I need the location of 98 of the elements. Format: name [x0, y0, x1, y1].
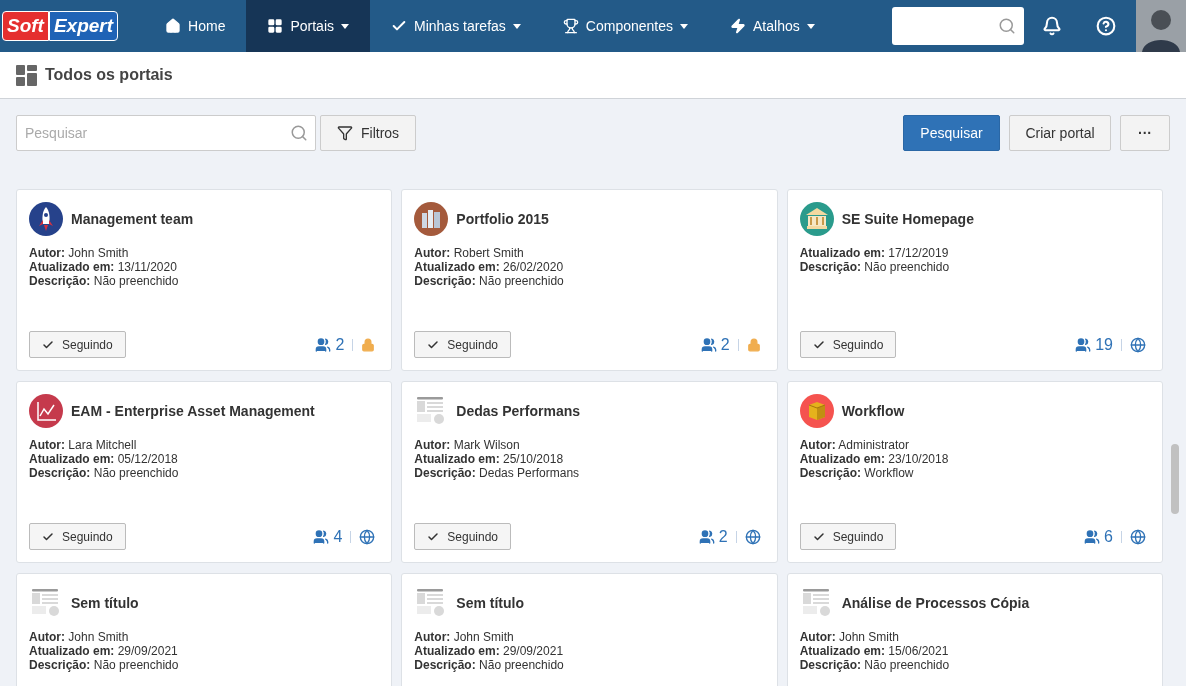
- users-icon: [1075, 336, 1092, 353]
- member-count: 6: [1104, 526, 1113, 547]
- filter-button[interactable]: Filtros: [320, 115, 417, 151]
- nav-tab[interactable]: Atalhos: [709, 0, 836, 52]
- portal-detail: Descrição: Dedas Performans: [414, 466, 581, 480]
- member-count: 2: [720, 334, 730, 355]
- member-count: 4: [333, 526, 343, 547]
- portal-detail: Autor: John Smith: [29, 246, 130, 260]
- check-icon: [42, 530, 54, 543]
- create-portal-button[interactable]: Criar portal: [1009, 115, 1111, 151]
- following-button[interactable]: Seguindo: [29, 523, 126, 550]
- chart-icon: [29, 394, 63, 428]
- portal-detail: Atualizado em: 26/02/2020: [414, 260, 565, 274]
- page-title: Todos os portais: [45, 65, 173, 85]
- portal-detail: Atualizado em: 29/09/2021: [29, 644, 179, 658]
- portal-title[interactable]: SE Suite Homepage: [841, 208, 974, 230]
- portal-detail: Autor: Administrator: [799, 438, 910, 452]
- following-button[interactable]: Seguindo: [414, 331, 512, 358]
- portal-detail: Atualizado em: 15/06/2021: [799, 644, 950, 658]
- trophy-icon: [562, 18, 579, 34]
- member-count: 2: [718, 526, 728, 547]
- nav-tab[interactable]: Home: [144, 0, 247, 52]
- nav-tab[interactable]: Portais: [246, 0, 370, 52]
- portal-grid-icon: [16, 64, 37, 86]
- avatar[interactable]: [1136, 0, 1186, 52]
- search-button[interactable]: Pesquisar: [903, 115, 1000, 151]
- building-icon: [414, 202, 449, 236]
- portal-title[interactable]: Análise de Processos Cópia: [841, 592, 1030, 614]
- portal-detail: Descrição: Não preenchido: [29, 466, 180, 480]
- home-icon: [165, 18, 182, 34]
- portal-detail: Autor: John Smith: [414, 630, 515, 644]
- following-button[interactable]: Seguindo: [799, 523, 897, 550]
- bell-icon: [1042, 16, 1062, 36]
- check-icon: [42, 338, 54, 351]
- portal-card[interactable]: EAM - Enterprise Asset Management Autor: Lara Mitchell Atualizado em: 05/12/2018 Descrição: Não preenchido Seguindo 4: [16, 381, 393, 563]
- following-button[interactable]: Seguindo: [29, 331, 126, 358]
- box-icon: [799, 394, 834, 428]
- portal-detail: Atualizado em: 23/10/2018: [799, 452, 950, 466]
- portal-detail: Atualizado em: 13/11/2020: [29, 260, 178, 274]
- portal-detail: Descrição: Não preenchido: [29, 658, 180, 672]
- check-icon: [812, 338, 825, 351]
- portal-detail: Autor: Lara Mitchell: [29, 438, 138, 452]
- member-count: 19: [1095, 334, 1113, 355]
- portal-detail: Descrição: Não preenchido: [29, 274, 180, 288]
- member-count: 2: [335, 334, 345, 355]
- help-icon: [1096, 16, 1116, 36]
- portal-detail: Autor: Mark Wilson: [414, 438, 521, 452]
- nav-tab[interactable]: Componentes: [541, 0, 709, 52]
- portal-detail: Descrição: Não preenchido: [799, 260, 951, 274]
- portal-detail: Descrição: Não preenchido: [799, 658, 951, 672]
- grid-icon: [267, 18, 284, 34]
- portal-card[interactable]: Análise de Processos Cópia Autor: John Smith Atualizado em: 15/06/2021 Descrição: Não preenchido: [786, 573, 1163, 686]
- portal-card[interactable]: Dedas Performans Autor: Mark Wilson Atualizado em: 25/10/2018 Descrição: Dedas Performans Seguindo 2: [401, 381, 778, 563]
- more-button[interactable]: ···: [1120, 115, 1170, 151]
- users-icon: [315, 336, 332, 353]
- portal-detail: Autor: John Smith: [799, 630, 901, 644]
- portal-title[interactable]: Portfolio 2015: [456, 208, 549, 230]
- portal-detail: Atualizado em: 29/09/2021: [414, 644, 565, 658]
- portal-detail: Atualizado em: 25/10/2018: [414, 452, 565, 466]
- check-icon: [812, 530, 825, 543]
- search-field[interactable]: Pesquisar: [16, 115, 316, 151]
- bank-icon: [799, 202, 834, 236]
- portal-card[interactable]: Sem título Autor: John Smith Atualizado em: 29/09/2021 Descrição: Não preenchido: [401, 573, 778, 686]
- lightning-icon: [730, 18, 746, 34]
- check-icon: [427, 338, 440, 351]
- portal-title[interactable]: Sem título: [71, 592, 139, 614]
- rocket-icon: [29, 202, 63, 236]
- portal-title[interactable]: Workflow: [841, 400, 905, 422]
- filter-icon: [337, 125, 353, 141]
- following-button[interactable]: Seguindo: [414, 523, 512, 550]
- scrollbar-thumb[interactable]: [1170, 444, 1179, 514]
- portal-card[interactable]: Portfolio 2015 Autor: Robert Smith Atualizado em: 26/02/2020 Descrição: Não preenchido Seguindo 2: [401, 189, 778, 371]
- portal-title[interactable]: Dedas Performans: [456, 400, 581, 422]
- portal-card[interactable]: Management team Autor: John Smith Atualizado em: 13/11/2020 Descrição: Não preenchido Seguindo 2: [16, 189, 393, 371]
- users-icon: [700, 336, 717, 353]
- nav-tab[interactable]: Minhas tarefas: [370, 0, 542, 52]
- portal-detail: Autor: John Smith: [29, 630, 130, 644]
- portal-detail: Autor: Robert Smith: [414, 246, 525, 260]
- portal-detail: Descrição: Não preenchido: [414, 274, 565, 288]
- following-button[interactable]: Seguindo: [799, 331, 897, 358]
- logo[interactable]: Soft Expert: [0, 0, 145, 52]
- portal-detail: Descrição: Não preenchido: [414, 658, 565, 672]
- portal-detail: Atualizado em: 17/12/2019: [799, 246, 950, 260]
- users-icon: [1084, 528, 1101, 545]
- check-icon: [427, 530, 440, 543]
- portal-detail: Atualizado em: 05/12/2018: [29, 452, 179, 466]
- search-icon: [998, 17, 1016, 35]
- users-icon: [313, 528, 330, 545]
- portal-card[interactable]: SE Suite Homepage Atualizado em: 17/12/2019 Descrição: Não preenchido Seguindo 19: [786, 189, 1163, 371]
- portal-title[interactable]: EAM - Enterprise Asset Management: [71, 400, 315, 422]
- global-search-field[interactable]: [892, 7, 1024, 45]
- portal-title[interactable]: Sem título: [456, 592, 524, 614]
- portal-title[interactable]: Management team: [71, 208, 194, 230]
- search-icon: [290, 124, 308, 142]
- users-icon: [698, 528, 715, 545]
- portal-card[interactable]: Sem título Autor: John Smith Atualizado em: 29/09/2021 Descrição: Não preenchido: [16, 573, 393, 686]
- portal-detail: Descrição: Workflow: [799, 466, 915, 480]
- portal-card[interactable]: Workflow Autor: Administrator Atualizado em: 23/10/2018 Descrição: Workflow Seguindo 6: [786, 381, 1163, 563]
